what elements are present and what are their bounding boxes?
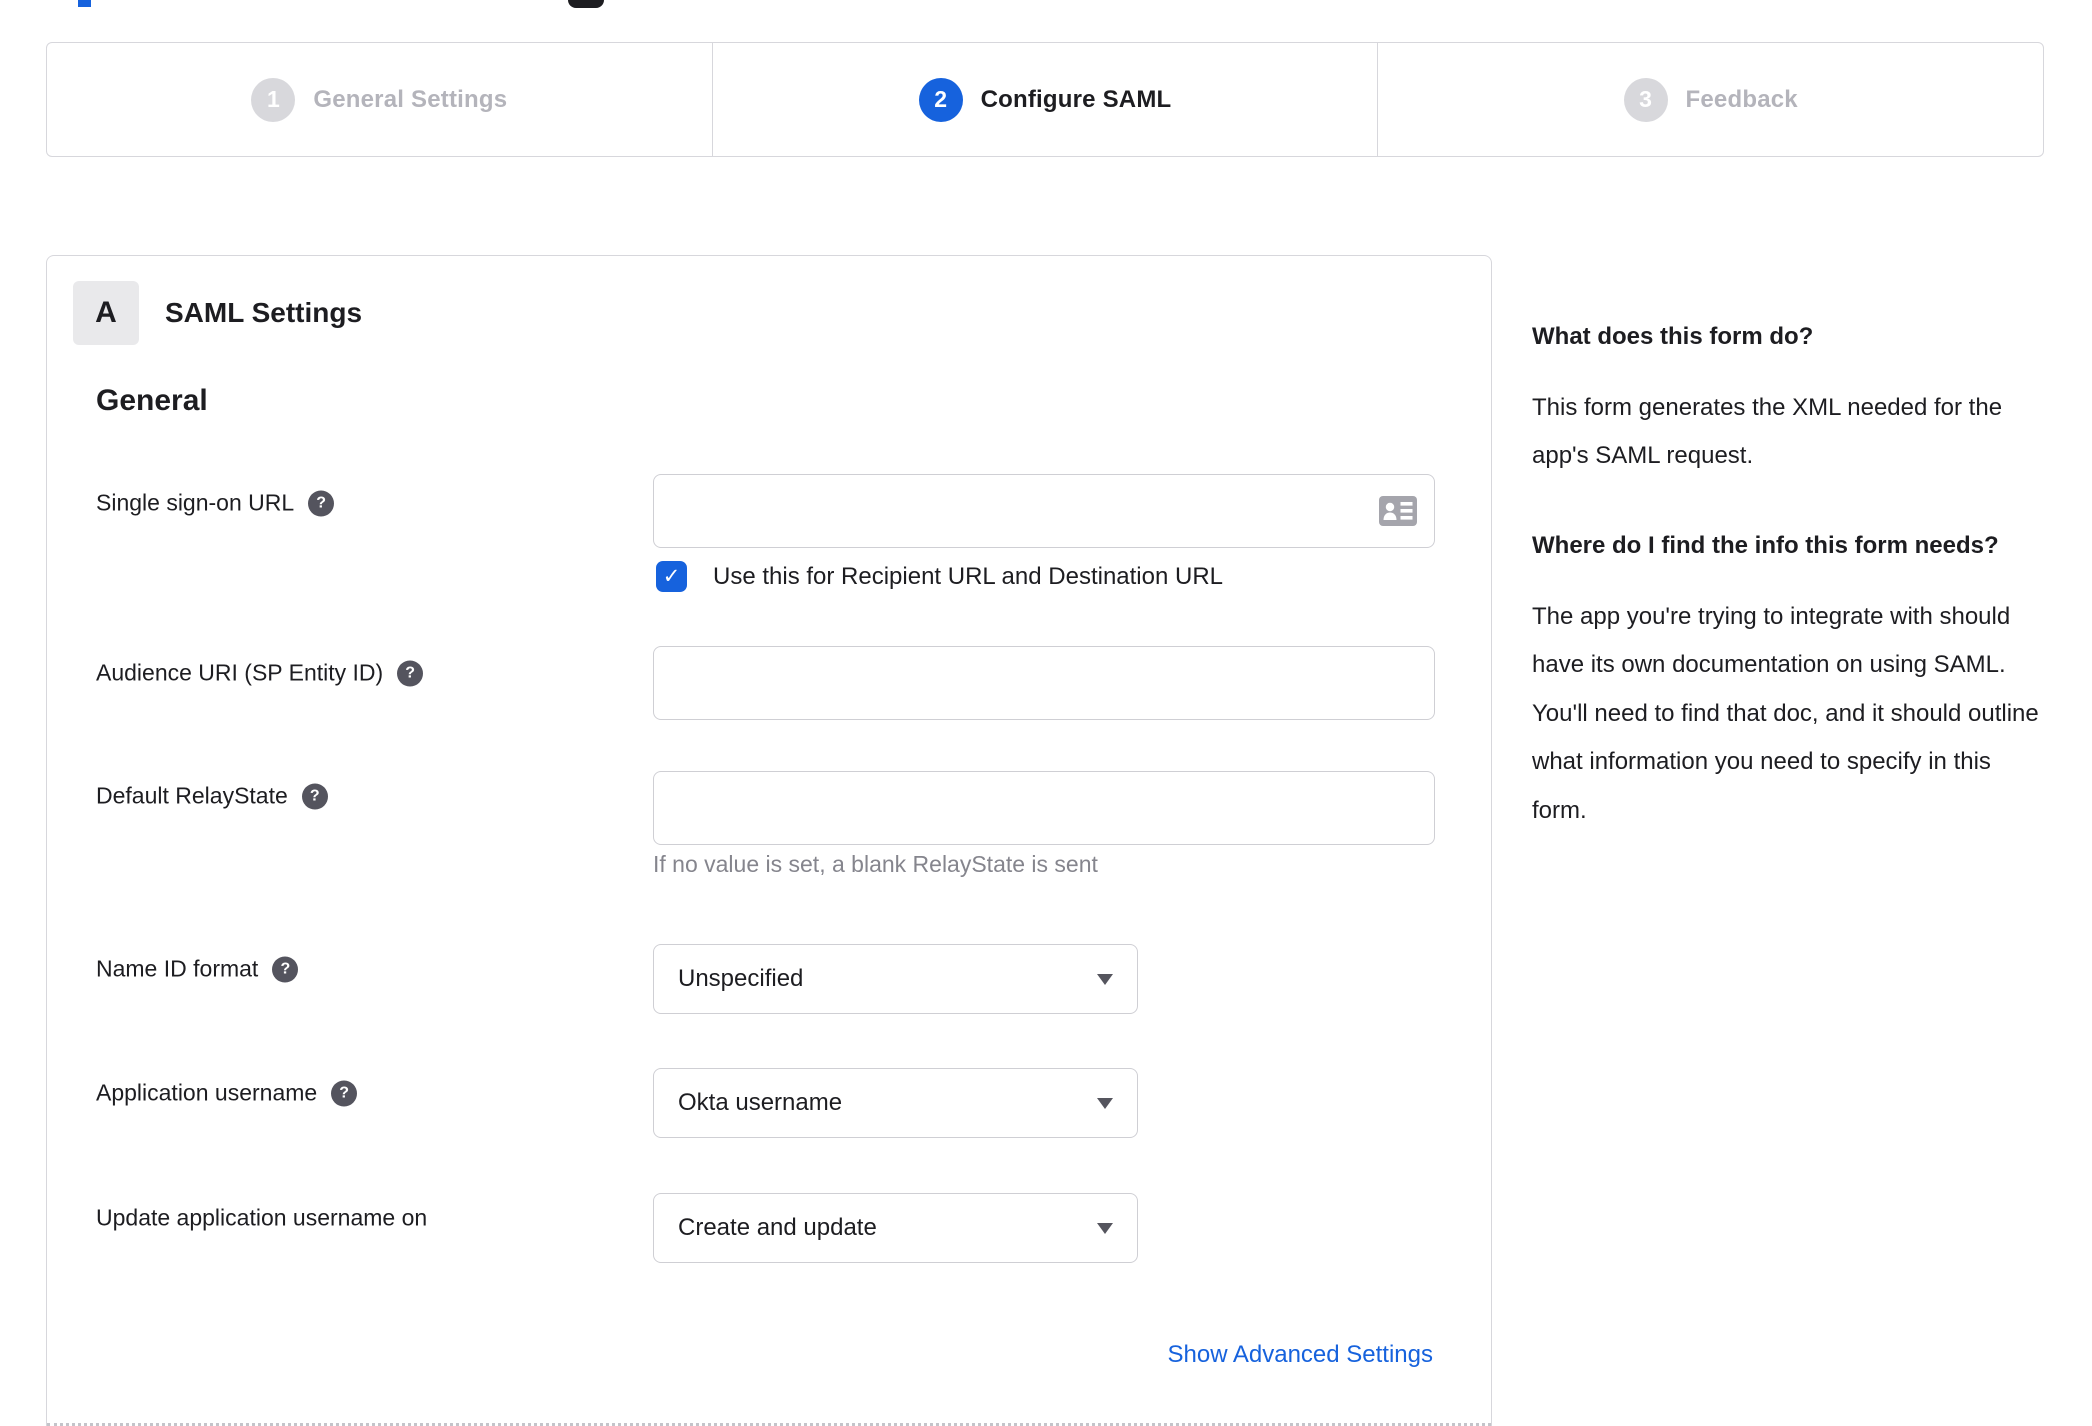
app-username-label-text: Application username bbox=[96, 1079, 318, 1106]
relay-state-helper-text: If no value is set, a blank RelayState i… bbox=[653, 851, 1098, 877]
update-username-label: Update application username on bbox=[96, 1205, 427, 1232]
recipient-url-checkbox[interactable]: ✓ bbox=[656, 561, 687, 592]
step-2-label: Configure SAML bbox=[980, 85, 1172, 113]
relay-state-label-text: Default RelayState bbox=[96, 782, 288, 809]
step-2-number-badge: 2 bbox=[918, 77, 963, 122]
update-username-select[interactable]: Create and update bbox=[653, 1193, 1138, 1263]
saml-settings-panel: A SAML Settings General Single sign-on U… bbox=[46, 255, 1492, 1426]
audience-uri-help-icon[interactable]: ? bbox=[397, 660, 424, 686]
step-configure-saml[interactable]: 2 Configure SAML bbox=[711, 43, 1378, 156]
step-3-label: Feedback bbox=[1685, 85, 1798, 113]
sso-url-help-icon[interactable]: ? bbox=[308, 490, 335, 516]
step-3-number-badge: 3 bbox=[1623, 77, 1668, 122]
caret-down-icon bbox=[1097, 973, 1113, 985]
sso-url-label: Single sign-on URL ? bbox=[96, 489, 335, 517]
audience-uri-label: Audience URI (SP Entity ID) ? bbox=[96, 659, 424, 687]
recipient-url-checkbox-label[interactable]: Use this for Recipient URL and Destinati… bbox=[713, 563, 1223, 591]
name-id-format-label-text: Name ID format bbox=[96, 955, 259, 982]
app-username-selected-value: Okta username bbox=[678, 1089, 843, 1116]
step-general-settings[interactable]: 1 General Settings bbox=[47, 43, 712, 156]
sso-url-input[interactable] bbox=[653, 474, 1435, 548]
relay-state-input[interactable] bbox=[653, 771, 1435, 845]
checkmark-icon: ✓ bbox=[662, 565, 681, 588]
step-feedback[interactable]: 3 Feedback bbox=[1377, 43, 2043, 156]
help-answer-2: The app you're trying to integrate with … bbox=[1532, 602, 2039, 824]
wizard-stepper: 1 General Settings 2 Configure SAML 3 Fe… bbox=[46, 42, 2044, 157]
section-title: SAML Settings bbox=[165, 297, 363, 328]
name-id-format-label: Name ID format ? bbox=[96, 955, 299, 983]
caret-down-icon bbox=[1097, 1222, 1113, 1234]
sso-url-label-text: Single sign-on URL bbox=[96, 489, 295, 516]
app-username-label: Application username ? bbox=[96, 1079, 358, 1107]
show-advanced-settings-link[interactable]: Show Advanced Settings bbox=[1167, 1341, 1433, 1369]
general-group-heading: General bbox=[96, 384, 208, 417]
relay-state-label: Default RelayState ? bbox=[96, 783, 328, 810]
caret-down-icon bbox=[1097, 1097, 1113, 1109]
cut-off-header-icon bbox=[568, 0, 604, 8]
cut-off-header-accent bbox=[78, 0, 91, 7]
name-id-format-help-icon[interactable]: ? bbox=[272, 956, 299, 982]
app-username-select[interactable]: Okta username bbox=[653, 1068, 1138, 1138]
name-id-format-select[interactable]: Unspecified bbox=[653, 944, 1138, 1014]
relay-state-help-icon[interactable]: ? bbox=[301, 783, 328, 809]
section-a-badge: A bbox=[73, 281, 139, 345]
help-question-2: Where do I find the info this form needs… bbox=[1532, 531, 1999, 559]
name-id-format-selected-value: Unspecified bbox=[678, 965, 804, 992]
help-answer-1: This form generates the XML needed for t… bbox=[1532, 394, 2003, 470]
form-help-sidebar: What does this form do? This form genera… bbox=[1532, 316, 2052, 879]
app-username-help-icon[interactable]: ? bbox=[331, 1080, 358, 1106]
audience-uri-input[interactable] bbox=[653, 646, 1435, 720]
update-username-selected-value: Create and update bbox=[678, 1214, 877, 1241]
step-1-number-badge: 1 bbox=[251, 77, 296, 122]
step-1-label: General Settings bbox=[313, 85, 508, 113]
help-question-1: What does this form do? bbox=[1532, 323, 1814, 350]
audience-uri-label-text: Audience URI (SP Entity ID) bbox=[96, 659, 384, 686]
update-username-label-text: Update application username on bbox=[96, 1204, 428, 1231]
